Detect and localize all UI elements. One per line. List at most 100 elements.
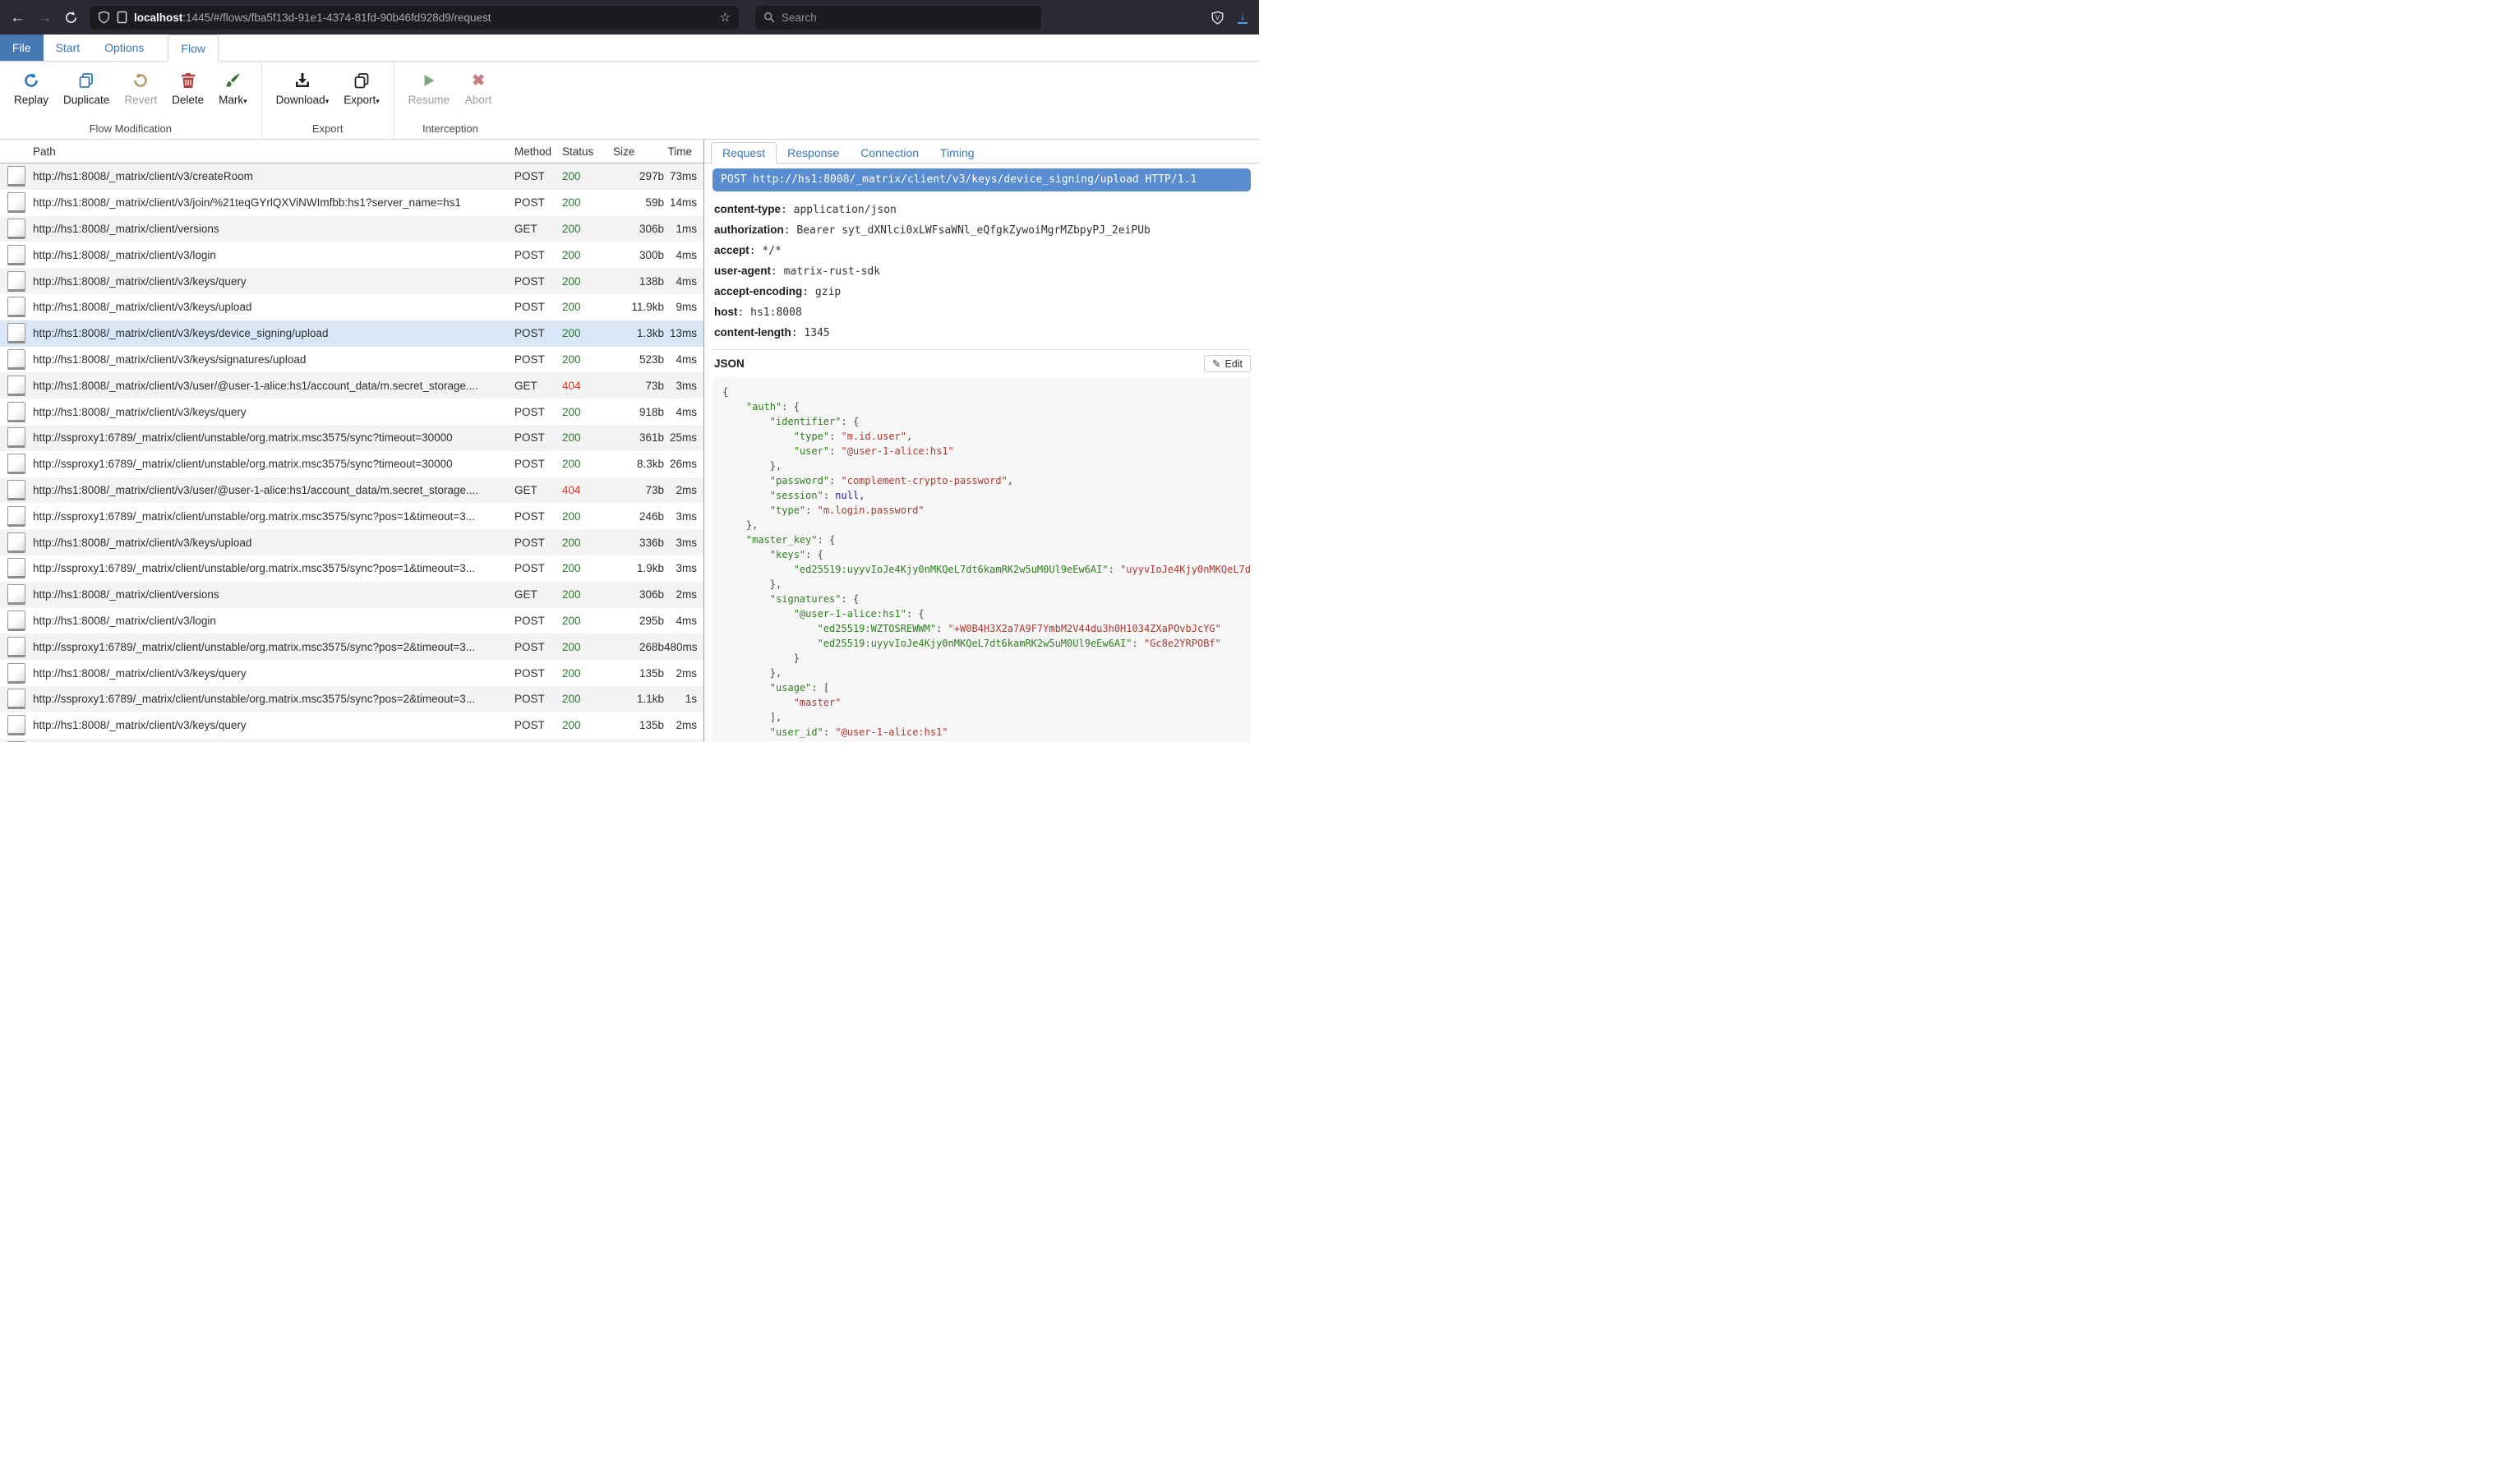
cell-status: 200	[562, 327, 605, 339]
tab-response[interactable]: Response	[777, 143, 850, 163]
menu-tab-flow[interactable]: Flow	[168, 35, 219, 62]
json-line: "master_key": {	[722, 532, 1241, 547]
table-row[interactable]: http://ssproxy1:6789/_matrix/client/unst…	[0, 425, 703, 451]
table-row[interactable]: http://hs1:8008/_matrix/client/v3/keys/q…	[0, 660, 703, 686]
document-icon	[7, 584, 25, 605]
table-row[interactable]: http://ssproxy1:6789/_matrix/client/unst…	[0, 634, 703, 660]
reload-icon[interactable]	[64, 11, 78, 25]
json-line: }	[722, 740, 1241, 742]
table-row[interactable]: http://hs1:8008/_matrix/client/v3/create…	[0, 164, 703, 190]
cell-path: http://ssproxy1:6789/_matrix/client/unst…	[33, 431, 514, 444]
json-line: "type": "m.login.password"	[722, 503, 1241, 518]
cell-method: GET	[514, 588, 562, 601]
search-icon	[763, 12, 775, 23]
cell-status: 200	[562, 353, 605, 366]
request-header: user-agent: matrix-rust-sdk	[714, 261, 1251, 282]
toolbar-caption-flow-modification: Flow Modification	[7, 119, 255, 137]
json-line: "auth": {	[722, 399, 1241, 414]
table-row[interactable]: http://hs1:8008/_matrix/client/v3/keys/u…	[0, 294, 703, 320]
cell-size: 361b	[605, 431, 664, 444]
table-row[interactable]: http://hs1:8008/_matrix/client/v3/keys/q…	[0, 268, 703, 294]
request-detail-body: POST http://hs1:8008/_matrix/client/v3/k…	[704, 164, 1259, 742]
table-row[interactable]: http://hs1:8008/_matrix/client/versionsG…	[0, 216, 703, 242]
table-row[interactable]: http://hs1:8008/_matrix/client/v3/loginP…	[0, 242, 703, 268]
cell-path: http://ssproxy1:6789/_matrix/client/unst…	[33, 510, 514, 523]
json-line: "session": null,	[722, 488, 1241, 503]
table-row[interactable]: http://hs1:8008/_matrix/client/v3/loginP…	[0, 608, 703, 634]
cell-status: 200	[562, 588, 605, 601]
column-header-size[interactable]: Size	[605, 145, 664, 158]
table-row[interactable]: http://hs1:8008/_matrix/client/v3/user/@…	[0, 477, 703, 504]
export-button[interactable]: Export▾	[336, 67, 387, 119]
browser-search-bar[interactable]: Search	[755, 6, 1041, 30]
delete-button[interactable]: Delete	[164, 67, 211, 119]
document-icon	[7, 689, 25, 709]
table-row[interactable]: http://ssproxy1:6789/_matrix/client/unst…	[0, 686, 703, 712]
cell-status: 200	[562, 667, 605, 680]
table-row[interactable]: http://hs1:8008/_matrix/client/versionsG…	[0, 582, 703, 608]
cell-size: 300b	[605, 249, 664, 261]
tab-timing[interactable]: Timing	[929, 143, 985, 163]
cell-method: GET	[514, 484, 562, 496]
document-icon	[7, 402, 25, 422]
json-line: "@user-1-alice:hs1": {	[722, 606, 1241, 621]
resume-button[interactable]: Resume	[401, 67, 457, 119]
cell-size: 11.9kb	[605, 301, 664, 313]
abort-button[interactable]: ✖ Abort	[457, 67, 500, 119]
extension-shield-icon[interactable]: V	[1211, 11, 1224, 25]
cell-path: http://hs1:8008/_matrix/client/v3/login	[33, 249, 514, 261]
back-icon[interactable]: ←	[10, 10, 25, 25]
column-header-path[interactable]: Path	[33, 145, 514, 158]
page-icon[interactable]	[117, 11, 127, 24]
flow-detail-panel: Request Response Connection Timing POST …	[704, 140, 1259, 742]
table-row[interactable]: http://hs1:8008/_matrix/client/v3/user/@…	[0, 372, 703, 399]
json-line: "keys": {	[722, 547, 1241, 562]
tab-connection[interactable]: Connection	[850, 143, 929, 163]
table-row[interactable]: http://hs1:8008/_matrix/client/v3/keys/q…	[0, 399, 703, 425]
bookmark-star-icon[interactable]: ☆	[720, 10, 731, 25]
flow-table-header[interactable]: Path Method Status Size Time	[0, 140, 703, 164]
table-row[interactable]: http://ssproxy1:6789/_matrix/client/unst…	[0, 555, 703, 582]
download-button[interactable]: Download▾	[269, 67, 337, 119]
table-row[interactable]	[0, 739, 703, 742]
request-line[interactable]: POST http://hs1:8008/_matrix/client/v3/k…	[713, 168, 1251, 191]
table-row[interactable]: http://hs1:8008/_matrix/client/v3/keys/u…	[0, 529, 703, 555]
revert-button[interactable]: Revert	[117, 67, 164, 119]
menu-tab-start[interactable]: Start	[44, 35, 93, 61]
menu-tab-options[interactable]: Options	[92, 35, 156, 61]
column-header-status[interactable]: Status	[562, 145, 605, 158]
table-row[interactable]: http://hs1:8008/_matrix/client/v3/keys/s…	[0, 347, 703, 373]
table-row[interactable]: http://hs1:8008/_matrix/client/v3/keys/d…	[0, 320, 703, 347]
cell-path: http://hs1:8008/_matrix/client/v3/login	[33, 615, 514, 627]
shield-icon[interactable]	[98, 11, 110, 24]
svg-text:V: V	[1215, 14, 1220, 21]
table-row[interactable]: http://hs1:8008/_matrix/client/v3/join/%…	[0, 190, 703, 216]
table-row[interactable]: http://ssproxy1:6789/_matrix/client/unst…	[0, 503, 703, 529]
column-header-method[interactable]: Method	[514, 145, 562, 158]
toolbar-caption-export: Export	[269, 119, 387, 137]
cell-method: POST	[514, 510, 562, 523]
request-header: authorization: Bearer syt_dXNlci0xLWFsaW…	[714, 220, 1251, 241]
json-line: "user": "@user-1-alice:hs1"	[722, 444, 1241, 459]
duplicate-button[interactable]: Duplicate	[56, 67, 117, 119]
download-icon	[294, 70, 311, 91]
cell-size: 295b	[605, 615, 664, 627]
tab-request[interactable]: Request	[711, 142, 777, 164]
mark-button[interactable]: Mark▾	[211, 67, 255, 119]
cell-method: POST	[514, 196, 562, 209]
document-icon	[7, 166, 25, 187]
edit-button[interactable]: ✎ Edit	[1204, 355, 1251, 372]
column-header-time[interactable]: Time	[664, 145, 703, 158]
json-body-viewer[interactable]: { "auth": { "identifier": { "type": "m.i…	[713, 377, 1251, 742]
url-bar[interactable]: localhost:1445/#/flows/fba5f13d-91e1-437…	[90, 6, 739, 30]
replay-button[interactable]: Replay	[7, 67, 56, 119]
table-row[interactable]: http://hs1:8008/_matrix/client/v3/keys/q…	[0, 712, 703, 739]
downloads-icon[interactable]: ↓	[1238, 11, 1247, 24]
cell-method: POST	[514, 327, 562, 339]
document-icon	[7, 506, 25, 527]
toolbar-group-export: Download▾ Export▾ Export	[261, 62, 394, 139]
cell-status: 200	[562, 537, 605, 549]
cell-method: POST	[514, 667, 562, 680]
table-row[interactable]: http://ssproxy1:6789/_matrix/client/unst…	[0, 451, 703, 477]
menu-tab-file[interactable]: File	[0, 35, 44, 61]
